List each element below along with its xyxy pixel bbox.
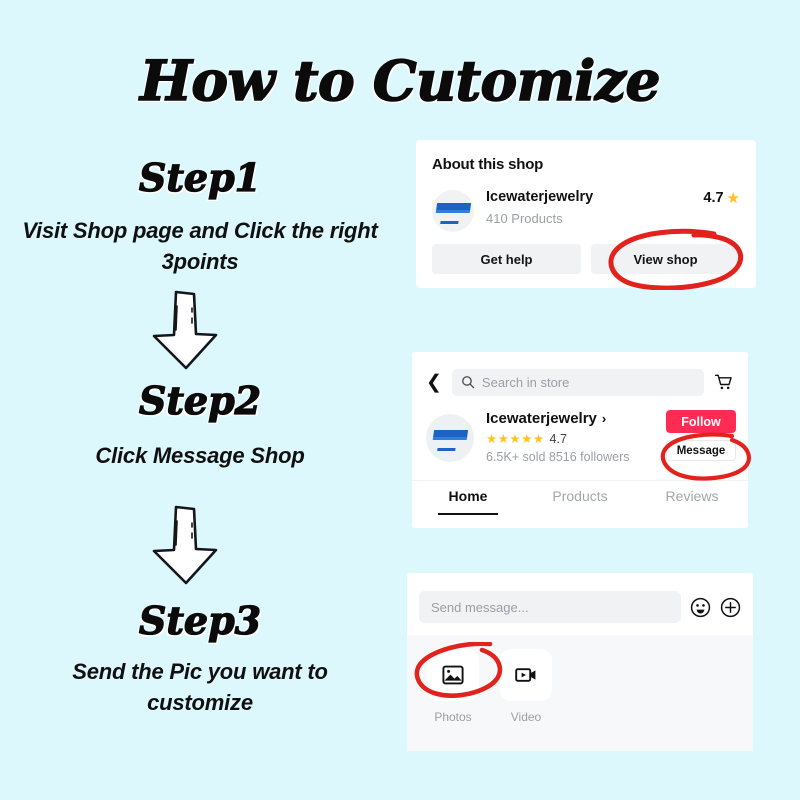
shop-stats: 6.5K+ sold 8516 followers [486, 450, 630, 464]
step-2-description: Click Message Shop [95, 443, 305, 468]
search-placeholder: Search in store [481, 374, 570, 390]
photos-label: Photos [434, 710, 472, 724]
shop-logo-mark [431, 430, 469, 446]
tab-home[interactable]: Home [412, 488, 524, 515]
plus-circle-icon[interactable] [720, 597, 741, 618]
down-arrow-icon-2 [140, 505, 230, 585]
get-help-button[interactable]: Get help [432, 244, 581, 274]
chevron-right-icon: › [601, 411, 607, 426]
tab-products[interactable]: Products [524, 488, 636, 515]
step-3-heading: Step3 [138, 597, 262, 643]
message-button[interactable]: Message [666, 440, 736, 461]
tabs-divider [412, 480, 748, 481]
about-this-shop-title: About this shop [432, 156, 544, 173]
video-label: Video [510, 710, 542, 724]
search-input[interactable]: Search in store [451, 368, 704, 396]
shop-name[interactable]: Icewaterjewelry [486, 189, 593, 205]
message-composer-card: Send message... Photos Video [407, 573, 753, 751]
search-icon [462, 376, 475, 389]
photo-image-icon [442, 665, 464, 685]
shop-rating: 4.7 ★ [703, 190, 740, 206]
tab-reviews[interactable]: Reviews [636, 488, 748, 515]
about-this-shop-card: About this shop Icewaterjewelry 410 Prod… [416, 140, 756, 288]
shop-logo-mark [434, 203, 472, 219]
attachment-panel: Photos Video [407, 635, 753, 751]
shop-avatar [432, 190, 474, 232]
step-1-heading: Step1 [138, 154, 262, 200]
shop-search-row: ❮ Search in store [426, 368, 734, 396]
shop-tabs: Home Products Reviews [412, 488, 748, 515]
step-3-description: Send the Pic you want to customize [72, 659, 328, 715]
emoji-smiley-icon[interactable] [690, 597, 711, 618]
send-message-input[interactable]: Send message... [419, 591, 681, 623]
cart-icon[interactable] [714, 372, 734, 392]
follow-button[interactable]: Follow [666, 410, 736, 433]
video-camera-icon [515, 668, 536, 682]
view-shop-button[interactable]: View shop [591, 244, 740, 274]
stars-icon: ★★★★★ [486, 431, 545, 446]
shop-name-text: Icewaterjewelry [486, 410, 597, 427]
shop-page-card: ❮ Search in store Icewaterjewelry › ★★★★… [412, 352, 748, 528]
rating-value: 4.7 [549, 432, 567, 446]
shop-name[interactable]: Icewaterjewelry › [486, 410, 606, 427]
shop-products-count: 410 Products [486, 211, 563, 226]
shop-rating-row: ★★★★★ 4.7 [486, 432, 567, 446]
down-arrow-icon-1 [140, 290, 230, 370]
shop-avatar [426, 414, 474, 462]
photos-tile[interactable] [427, 649, 479, 701]
chevron-left-icon[interactable]: ❮ [426, 373, 442, 392]
shop-summary-row: Icewaterjewelry 410 Products 4.7 ★ [432, 188, 740, 234]
star-icon: ★ [726, 189, 740, 207]
step-2-heading: Step2 [138, 377, 262, 423]
about-actions: Get help View shop [432, 244, 740, 274]
video-tile[interactable] [500, 649, 552, 701]
attachment-photos[interactable]: Photos [427, 649, 479, 724]
step-1-description: Visit Shop page and Click the right 3poi… [22, 218, 378, 274]
instructions-column: Step1 Visit Shop page and Click the righ… [0, 0, 400, 800]
composer-row: Send message... [407, 579, 753, 635]
attachment-video[interactable]: Video [500, 649, 552, 724]
rating-value: 4.7 [703, 190, 724, 206]
shop-hero-row: Icewaterjewelry › ★★★★★ 4.7 6.5K+ sold 8… [426, 410, 736, 472]
